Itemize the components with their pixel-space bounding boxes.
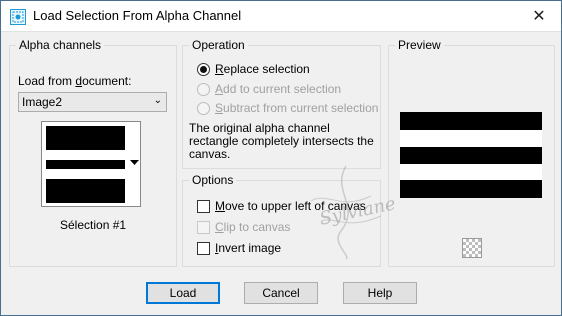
operation-title: Operation [189,38,248,52]
preview-stripe [400,180,542,198]
load-from-document-label: Load from document: [18,74,132,88]
alpha-channel-swatch-dropdown[interactable] [41,121,141,207]
swatch-stripe [46,179,125,203]
window-title: Load Selection From Alpha Channel [33,8,242,23]
checkbox[interactable] [197,220,210,234]
checkbox[interactable] [197,199,210,213]
preview-image [400,112,542,198]
swatch-stripe [46,160,125,169]
add-to-selection-label: Add to current selection [215,82,342,96]
replace-selection-radio[interactable]: Replace selection [197,62,310,76]
chevron-down-icon: ⌄ [153,95,162,106]
document-select-value: Image2 [22,95,63,109]
preview-stripe [400,147,542,164]
replace-selection-label: Replace selection [215,62,310,76]
dialog-window: Load Selection From Alpha Channel ✕ Alph… [0,0,562,316]
help-button[interactable]: Help [343,282,417,304]
invert-image-label: Invert image [215,241,282,255]
close-button[interactable]: ✕ [517,1,561,31]
transparency-checker-icon[interactable] [462,238,482,258]
preview-stripe [400,112,542,130]
subtract-from-selection-radio[interactable]: Subtract from current selection [197,101,378,115]
clip-to-canvas-checkbox[interactable]: Clip to canvas [197,220,290,234]
cancel-button[interactable]: Cancel [244,282,318,304]
checkbox[interactable] [197,241,210,255]
document-select[interactable]: Image2 ⌄ [18,92,167,112]
radio-button[interactable] [197,101,210,115]
invert-image-checkbox[interactable]: Invert image [197,241,281,255]
options-title: Options [189,173,237,187]
selection-name: Sélection #1 [60,218,127,232]
subtract-from-selection-label: Subtract from current selection [215,101,379,115]
app-icon [10,9,26,25]
swatch-stripe [46,126,125,150]
add-to-selection-radio[interactable]: Add to current selection [197,82,341,96]
radio-button[interactable] [197,62,210,76]
radio-button[interactable] [197,82,210,96]
load-button[interactable]: Load [146,282,220,304]
preview-title: Preview [395,38,444,52]
title-bar[interactable]: Load Selection From Alpha Channel ✕ [1,1,561,32]
clip-to-canvas-label: Clip to canvas [215,220,291,234]
close-icon: ✕ [532,8,546,25]
dropdown-arrow-icon[interactable] [130,160,139,166]
operation-info-text: The original alpha channel rectangle com… [189,121,374,161]
alpha-channels-title: Alpha channels [16,38,105,52]
